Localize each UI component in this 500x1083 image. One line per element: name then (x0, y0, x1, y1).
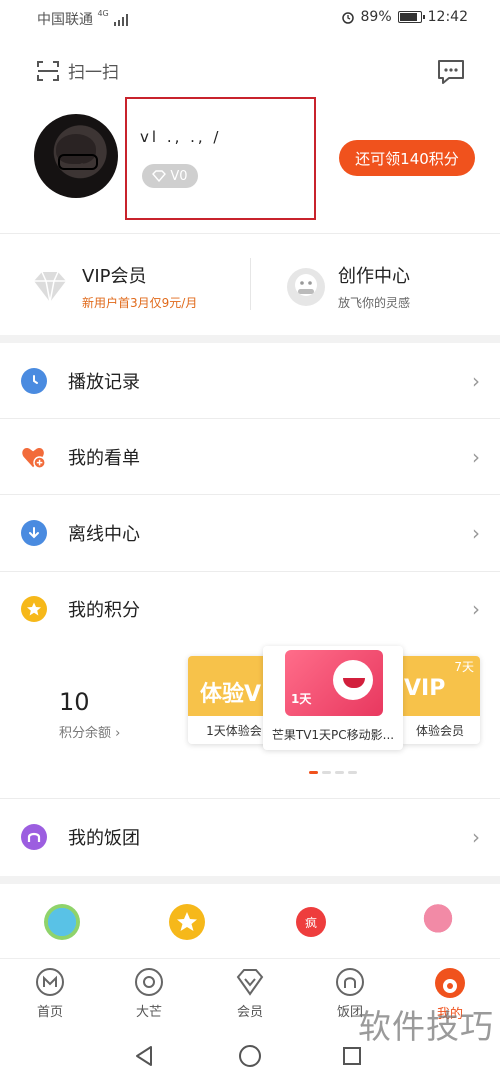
menu-item-label: 播放记录 (68, 372, 140, 393)
reward-card-featured[interactable]: 1天 芒果TV1天PC移动影... (263, 646, 403, 750)
heart-plus-icon (21, 444, 47, 470)
chevron-right-icon: › (115, 726, 121, 741)
clock-icon (21, 368, 47, 394)
nav-label: 首页 (36, 1005, 63, 1020)
damang-icon (135, 968, 163, 996)
clock: 12:42 (427, 9, 468, 25)
creator-center-entry[interactable]: 创作中心 放飞你的灵感 (286, 262, 410, 311)
battery-icon (397, 11, 425, 23)
carrier-name: 中国联通 (37, 12, 93, 28)
menu-item-label: 我的看单 (68, 448, 140, 469)
status-left: 中国联通 4G (37, 9, 129, 29)
nav-home[interactable]: 首页 (20, 967, 80, 1020)
crazy-icon[interactable]: 疯 (296, 907, 326, 937)
carousel-dot (309, 771, 318, 774)
section-divider (0, 335, 500, 343)
nav-label: 会员 (236, 1005, 263, 1020)
carousel-dot (322, 771, 331, 774)
vip-nav-icon (236, 969, 264, 996)
watermark: 软件技巧 (358, 1007, 494, 1046)
card-art: 1天 (285, 650, 383, 716)
card-image: 1天 (263, 646, 403, 720)
menu-item-offline[interactable]: 离线中心 › (0, 495, 500, 571)
fan-club-nav-icon (336, 968, 364, 996)
divider (0, 233, 500, 234)
diamond-icon (152, 170, 167, 182)
menu-item-label: 我的积分 (68, 600, 140, 621)
chevron-right-icon: › (472, 369, 480, 393)
menu-item-fan-club[interactable]: 我的饭团 › (0, 799, 500, 875)
username[interactable]: vl ., ., / (140, 128, 221, 146)
scan-button[interactable]: 扫一扫 (36, 58, 119, 83)
mine-icon (435, 968, 465, 998)
signal-icon (114, 14, 129, 26)
creator-icon (287, 267, 325, 306)
claim-points-button[interactable]: 还可领140积分 (339, 140, 475, 176)
message-button[interactable] (436, 58, 466, 90)
section-divider (0, 876, 500, 884)
level-text: V0 (170, 168, 188, 184)
card-image: 7天 VIP (400, 656, 480, 716)
level-badge[interactable]: V0 (142, 164, 198, 188)
battery-percent: 89% (360, 9, 392, 25)
card-badge: VIP (404, 676, 446, 701)
battery-fill (399, 13, 417, 21)
points-balance: 10 (59, 688, 90, 716)
vip-entry[interactable]: VIP会员 新用户首3月仅9元/月 (30, 262, 197, 311)
menu-item-label: 离线中心 (68, 524, 140, 545)
message-icon (438, 60, 464, 84)
chevron-right-icon: › (472, 521, 480, 545)
creator-subtitle: 放飞你的灵感 (338, 296, 411, 310)
card-caption: 芒果TV1天PC移动影... (271, 728, 395, 742)
carousel-dot (348, 771, 357, 774)
chevron-right-icon: › (472, 825, 480, 849)
fan-club-icon (21, 824, 47, 850)
vip-title: VIP会员 (82, 266, 147, 287)
scan-label: 扫一扫 (68, 63, 119, 83)
nav-vip[interactable]: 会员 (220, 967, 280, 1020)
carousel-dot (335, 771, 344, 774)
menu-item-history[interactable]: 播放记录 › (0, 343, 500, 419)
vip-subtitle: 新用户首3月仅9元/月 (82, 296, 198, 310)
status-right: 89% 12:42 (341, 9, 468, 25)
divider (250, 258, 251, 310)
highlight-box (125, 97, 316, 220)
points-balance-label: 积分余额 (59, 726, 112, 741)
carousel-indicator (309, 771, 357, 774)
avatar[interactable] (34, 114, 118, 198)
card-corner: 7天 (454, 660, 474, 674)
star-icon (21, 596, 47, 622)
download-icon (21, 520, 47, 546)
menu-item-label: 我的饭团 (68, 828, 140, 849)
creator-title: 创作中心 (338, 266, 410, 287)
points-balance-link[interactable]: 积分余额 › (59, 722, 120, 741)
chevron-right-icon: › (472, 597, 480, 621)
network-type: 4G (97, 9, 109, 18)
recent-apps-icon[interactable] (342, 1046, 362, 1066)
chevron-right-icon: › (472, 445, 480, 469)
mascot-app-icon[interactable] (44, 904, 80, 940)
back-icon[interactable] (133, 1044, 155, 1068)
menu-item-points[interactable]: 我的积分 › (0, 571, 500, 647)
menu-item-watchlist[interactable]: 我的看单 › (0, 419, 500, 495)
character-icon[interactable] (420, 904, 456, 940)
status-bar: 中国联通 4G 89% 12:42 (0, 0, 500, 36)
scan-icon (37, 60, 59, 81)
reward-card[interactable]: 7天 VIP 体验会员 (400, 656, 480, 744)
points-star-icon[interactable] (169, 904, 205, 940)
card-caption: 体验会员 (415, 724, 464, 738)
home-circle-icon[interactable] (238, 1044, 262, 1068)
card-badge: 体验V (200, 682, 262, 707)
vip-diamond-icon (34, 271, 66, 302)
home-icon (36, 968, 64, 996)
nav-label: 大芒 (135, 1005, 162, 1020)
card-badge: 1天 (291, 692, 312, 706)
alarm-icon (341, 12, 354, 24)
nav-damang[interactable]: 大芒 (119, 967, 179, 1020)
